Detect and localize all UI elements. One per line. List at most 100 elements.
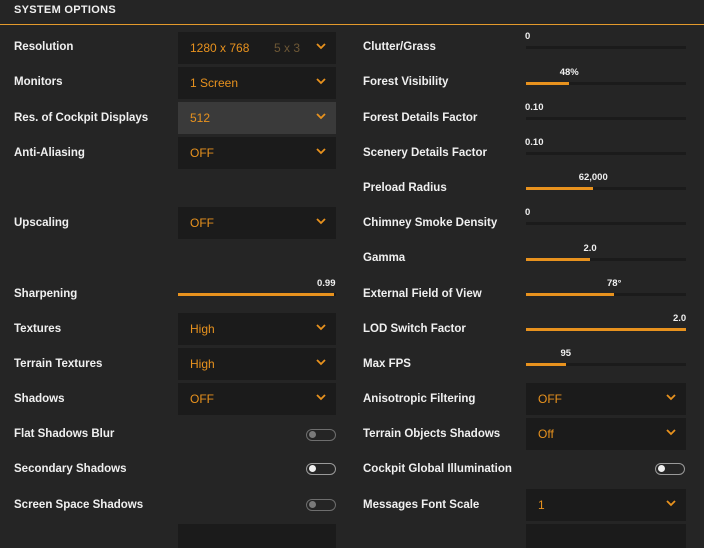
- chimney-smoke-value: 0: [525, 207, 531, 218]
- slider-fill: [526, 293, 614, 296]
- antialiasing-value: OFF: [190, 146, 214, 160]
- sharpening-label: Sharpening: [14, 288, 78, 300]
- monitors-value: 1 Screen: [190, 76, 239, 90]
- textures-label: Textures: [14, 323, 62, 335]
- chevron-down-icon: [316, 78, 326, 85]
- resolution-dropdown[interactable]: 1280 x 768 5 x 3: [178, 32, 336, 64]
- messages-font-scale-label: Messages Font Scale: [363, 499, 480, 511]
- slider-track: [526, 117, 686, 120]
- chevron-down-icon: [316, 43, 326, 50]
- anisotropic-label: Anisotropic Filtering: [363, 393, 476, 405]
- slider-fill: [526, 82, 570, 85]
- chimney-smoke-slider[interactable]: 0: [525, 207, 686, 227]
- chevron-down-icon: [316, 148, 326, 155]
- terrain-objects-shadows-label: Terrain Objects Shadows: [363, 428, 501, 440]
- chevron-down-icon: [316, 394, 326, 401]
- cockpit-res-value: 512: [190, 111, 211, 125]
- upscaling-dropdown[interactable]: OFF: [178, 207, 336, 239]
- toggle-knob: [309, 431, 316, 438]
- scenery-details-value: 0.10: [525, 137, 544, 148]
- textures-dropdown[interactable]: High: [178, 313, 336, 345]
- lod-switch-value: 2.0: [673, 313, 687, 324]
- terrain-objects-shadows-value: Off: [538, 427, 554, 441]
- textures-value: High: [190, 322, 215, 336]
- slider-fill: [178, 293, 335, 296]
- toggle-knob: [658, 465, 665, 472]
- slider-fill: [526, 363, 566, 366]
- shadows-label: Shadows: [14, 393, 65, 405]
- slider-track: [526, 152, 686, 155]
- antialiasing-dropdown[interactable]: OFF: [178, 137, 336, 169]
- cockpit-res-label: Res. of Cockpit Displays: [14, 112, 149, 124]
- messages-font-scale-dropdown[interactable]: 1: [526, 489, 686, 521]
- clutter-label: Clutter/Grass: [363, 41, 436, 53]
- secondary-shadows-toggle[interactable]: [306, 463, 336, 475]
- antialiasing-label: Anti-Aliasing: [14, 147, 85, 159]
- preload-radius-slider[interactable]: 62,000: [526, 172, 686, 192]
- scenery-details-slider[interactable]: 0.10: [525, 137, 686, 157]
- sharpening-value: 0.99: [317, 278, 336, 289]
- chimney-smoke-label: Chimney Smoke Density: [363, 217, 498, 229]
- forest-details-value: 0.10: [525, 102, 544, 113]
- max-fps-value: 95: [560, 348, 572, 359]
- forest-visibility-value: 48%: [559, 67, 579, 78]
- partial-dropdown[interactable]: [526, 524, 686, 548]
- chevron-down-icon: [666, 500, 676, 507]
- monitors-label: Monitors: [14, 76, 63, 88]
- clutter-slider[interactable]: 0: [525, 31, 686, 51]
- upscaling-value: OFF: [190, 216, 214, 230]
- scenery-details-label: Scenery Details Factor: [363, 147, 488, 159]
- shadows-value: OFF: [190, 392, 214, 406]
- terrain-textures-dropdown[interactable]: High: [178, 348, 336, 380]
- anisotropic-dropdown[interactable]: OFF: [526, 383, 686, 415]
- options-header: SYSTEM OPTIONS: [0, 0, 704, 25]
- preload-radius-value: 62,000: [578, 172, 608, 183]
- cockpit-gi-label: Cockpit Global Illumination: [363, 463, 512, 475]
- forest-visibility-slider[interactable]: 48%: [526, 67, 686, 87]
- messages-font-scale-value: 1: [538, 498, 545, 512]
- efov-slider[interactable]: 78°: [526, 278, 686, 298]
- page-title: SYSTEM OPTIONS: [14, 4, 116, 16]
- secondary-shadows-label: Secondary Shadows: [14, 463, 127, 475]
- gamma-label: Gamma: [363, 252, 406, 264]
- chevron-down-icon: [316, 113, 326, 120]
- terrain-textures-label: Terrain Textures: [14, 358, 103, 370]
- max-fps-slider[interactable]: 95: [526, 348, 686, 368]
- chevron-down-icon: [316, 359, 326, 366]
- toggle-knob: [309, 501, 316, 508]
- gamma-slider[interactable]: 2.0: [526, 243, 686, 263]
- upscaling-label: Upscaling: [14, 217, 69, 229]
- terrain-textures-value: High: [190, 357, 215, 371]
- slider-track: [526, 46, 686, 49]
- slider-fill: [526, 328, 686, 331]
- efov-label: External Field of View: [363, 288, 482, 300]
- toggle-knob: [309, 465, 316, 472]
- screen-space-shadows-label: Screen Space Shadows: [14, 499, 144, 511]
- preload-radius-label: Preload Radius: [363, 182, 447, 194]
- terrain-objects-shadows-dropdown[interactable]: Off: [526, 418, 686, 450]
- resolution-value: 1280 x 768: [190, 41, 250, 55]
- chevron-down-icon: [316, 218, 326, 225]
- chevron-down-icon: [666, 394, 676, 401]
- resolution-label: Resolution: [14, 41, 74, 53]
- cockpit-gi-toggle[interactable]: [655, 463, 685, 475]
- slider-track: [526, 222, 686, 225]
- flat-shadows-blur-toggle[interactable]: [306, 429, 336, 441]
- anisotropic-value: OFF: [538, 392, 562, 406]
- slider-fill: [526, 258, 590, 261]
- max-fps-label: Max FPS: [363, 358, 411, 370]
- chevron-down-icon: [666, 429, 676, 436]
- shadows-dropdown[interactable]: OFF: [178, 383, 336, 415]
- screen-space-shadows-toggle[interactable]: [306, 499, 336, 511]
- forest-visibility-label: Forest Visibility: [363, 76, 449, 88]
- monitors-dropdown[interactable]: 1 Screen: [178, 67, 336, 99]
- cockpit-res-dropdown[interactable]: 512: [178, 102, 336, 134]
- sharpening-slider[interactable]: 0.99: [178, 278, 336, 298]
- lod-switch-label: LOD Switch Factor: [363, 323, 466, 335]
- lod-switch-slider[interactable]: 2.0: [526, 313, 686, 333]
- clutter-value: 0: [525, 31, 531, 42]
- forest-details-slider[interactable]: 0.10: [525, 102, 686, 122]
- forest-details-label: Forest Details Factor: [363, 112, 478, 124]
- flat-shadows-blur-label: Flat Shadows Blur: [14, 428, 115, 440]
- partial-dropdown[interactable]: [178, 524, 336, 548]
